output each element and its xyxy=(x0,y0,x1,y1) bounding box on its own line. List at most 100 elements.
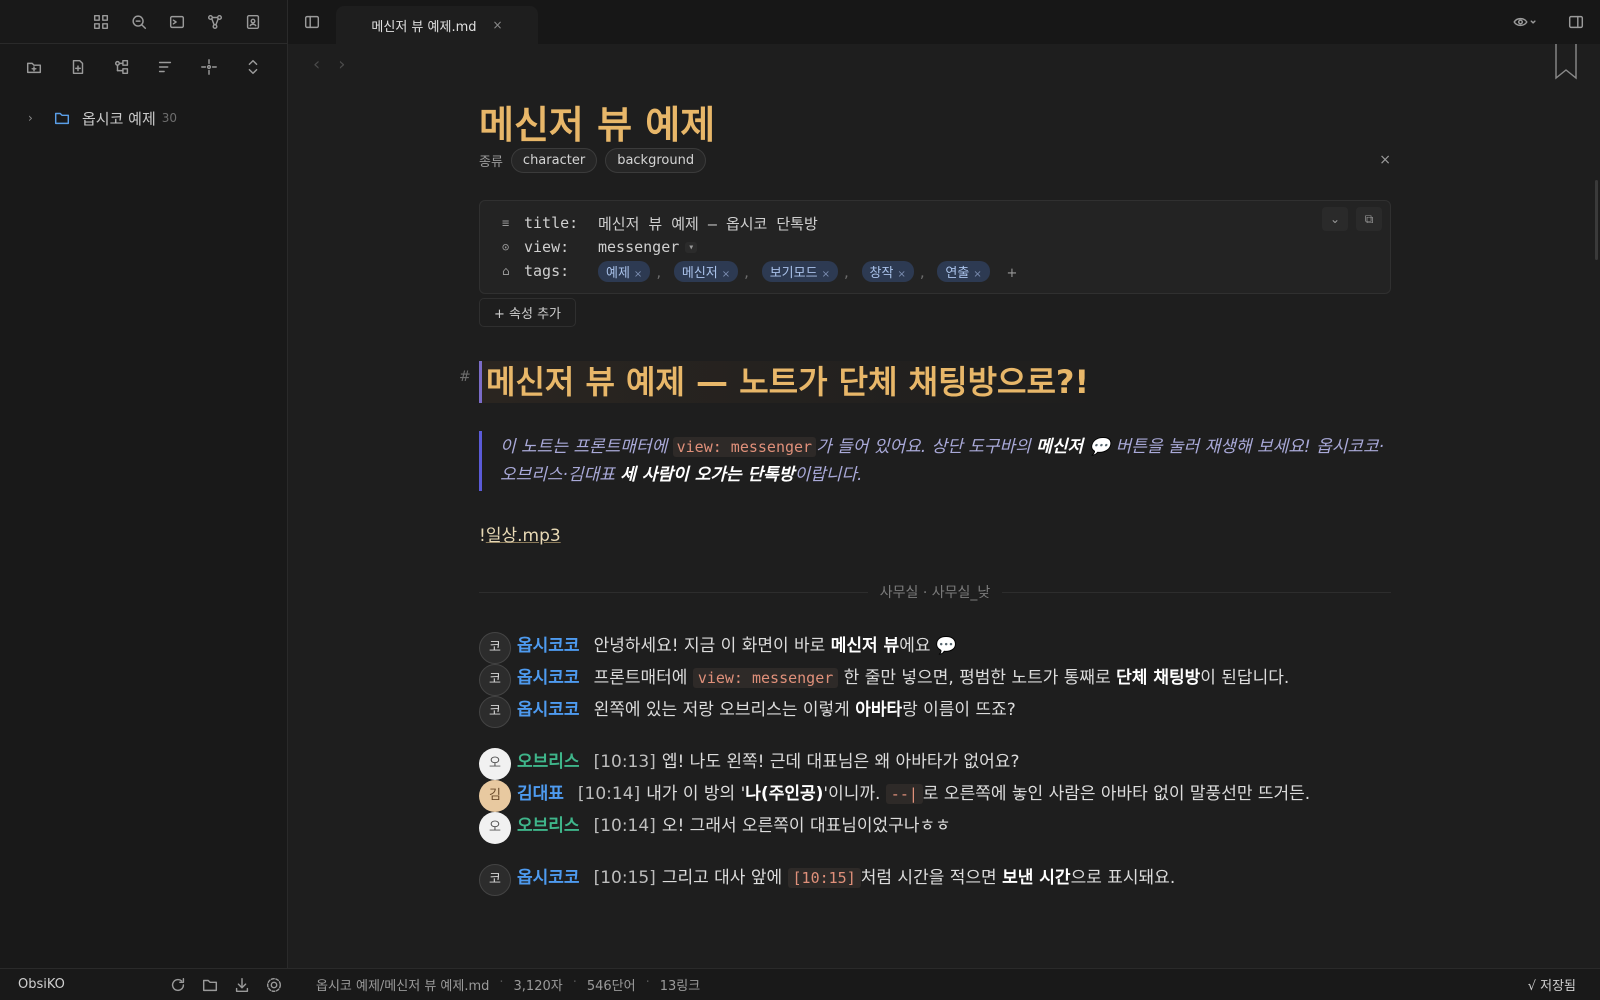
property-view-value[interactable]: messenger xyxy=(598,238,679,256)
tag-label: 예제 xyxy=(606,265,630,281)
chevron-right-icon[interactable]: › xyxy=(28,111,42,125)
message-time: [10:13] xyxy=(593,752,656,772)
property-title-value[interactable]: 메신저 뷰 예제 — 옵시코 단톡방 xyxy=(598,213,818,234)
avatar: 코 xyxy=(479,632,511,664)
tag-label: 창작 xyxy=(869,265,894,281)
tag-separator: , xyxy=(843,262,849,281)
circle-check-icon: ⊙ xyxy=(502,240,510,254)
status-bar: ObsiKO 옵시코 예제/메신저 뷰 예제.md · 3,120자 · 546… xyxy=(0,968,1600,1000)
avatar: 코 xyxy=(479,696,511,728)
scrollbar[interactable] xyxy=(1595,180,1598,260)
inline-code: view: messenger xyxy=(672,437,817,457)
speaker-name[interactable]: 김대표 xyxy=(517,784,564,804)
audio-embed: !일상.mp3 xyxy=(479,521,1391,546)
tab-active[interactable]: 메신저 뷰 예제.md × xyxy=(336,6,538,44)
property-view: ⊙ view: messenger ▾ xyxy=(502,235,1368,259)
word-count: 546단어 xyxy=(586,979,636,994)
save-status: √ 저장됨 xyxy=(1527,979,1576,994)
speaker-name[interactable]: 오브리스 xyxy=(517,752,580,772)
sort-icon[interactable] xyxy=(155,57,175,77)
tag-remove-icon[interactable]: × xyxy=(973,269,981,280)
right-sidebar-toggle-icon[interactable] xyxy=(1566,12,1586,32)
bookmark-icon[interactable] xyxy=(1552,44,1580,84)
chevron-down-icon[interactable]: ⌄ xyxy=(1322,207,1348,231)
tag-remove-icon[interactable]: × xyxy=(634,269,642,280)
inline-title[interactable]: 메신저 뷰 예제 xyxy=(479,94,1391,147)
collapse-icon[interactable] xyxy=(243,57,263,77)
gear-icon[interactable] xyxy=(264,975,284,995)
tag-remove-icon[interactable]: × xyxy=(822,269,830,280)
message-text: 으로 표시돼요. xyxy=(1070,868,1176,888)
audio-link[interactable]: 일상.mp3 xyxy=(486,526,561,546)
speaker-name[interactable]: 오브리스 xyxy=(517,816,580,836)
message-text: 안녕하세요! 지금 이 화면이 바로 xyxy=(593,636,831,656)
tag-chip[interactable]: 메신저 × xyxy=(673,260,739,282)
property-key: view: xyxy=(524,238,570,256)
terminal-icon[interactable] xyxy=(167,12,187,32)
profile-icon[interactable] xyxy=(243,12,263,32)
chat-message[interactable]: 코 옵시코코 프론트매터에 view: messenger 한 줄만 넣으면, 평범… xyxy=(479,664,1391,696)
new-note-icon[interactable] xyxy=(68,57,88,77)
add-property-button[interactable]: + 속성 추가 xyxy=(479,298,576,327)
vault-name[interactable]: ObsiKO xyxy=(18,977,65,992)
message-bold: 나(주인공) xyxy=(745,784,824,804)
tag-list: 예제 ×, 메신저 ×, 보기모드 ×, 창작 ×, 연출 × + xyxy=(598,260,1017,282)
tag-label: 메신저 xyxy=(681,265,718,281)
file-path[interactable]: 옵시코 예제/메신저 뷰 예제.md xyxy=(316,975,489,994)
sync-icon[interactable] xyxy=(168,975,188,995)
message-text: 랑 이름이 뜨죠? xyxy=(902,700,1016,720)
locate-icon[interactable] xyxy=(199,57,219,77)
dropdown-caret-icon[interactable]: ▾ xyxy=(685,241,698,253)
dashboard-icon[interactable] xyxy=(91,12,111,32)
avatar: 오 xyxy=(479,812,511,844)
canvas-icon[interactable] xyxy=(112,57,132,77)
tag-remove-icon[interactable]: × xyxy=(722,269,730,280)
folder-icon xyxy=(52,108,72,128)
inline-code: [10:15] xyxy=(787,868,861,888)
chat-message[interactable]: 코 옵시코코 [10:15] 그리고 대사 앞에 [10:15] 처럼 시간을 적으면 … xyxy=(479,864,1391,896)
search-icon[interactable] xyxy=(129,12,149,32)
callout-text: 가 들어 있어요. 상단 도구바의 xyxy=(816,437,1037,457)
tag-remove-icon[interactable]: × xyxy=(897,269,905,280)
tree-folder[interactable]: › 옵시코 예제 30 xyxy=(0,104,287,132)
heading-1[interactable]: 메신저 뷰 예제 — 노트가 단체 채팅방으로?! xyxy=(479,361,1391,403)
type-pill-background[interactable]: background xyxy=(605,147,707,173)
tag-icon: ⌂ xyxy=(502,264,510,278)
message-text: 오! 그래서 오른쪽이 대표님이었구나ㅎㅎ xyxy=(661,816,951,836)
tag-chip[interactable]: 연출 × xyxy=(937,260,990,282)
chat-message[interactable]: 오 오브리스 [10:13] 엡! 나도 왼쪽! 근데 대표님은 왜 아바타가 없어요… xyxy=(479,748,1391,780)
callout-bold: 세 사람이 오가는 단톡방 xyxy=(620,465,795,485)
callout-block[interactable]: 이 노트는 프론트매터에 view: messenger 가 들어 있어요. 상단… xyxy=(479,431,1391,491)
add-tag-button[interactable]: + xyxy=(1006,266,1017,281)
speaker-name[interactable]: 옵시코코 xyxy=(517,700,580,720)
message-bold: 메신저 뷰 xyxy=(830,636,900,656)
chat-message[interactable]: 김 김대표 [10:14] 내가 이 방의 '나(주인공)'이니까. --| 로 오른쪽… xyxy=(479,780,1391,812)
graph-icon[interactable] xyxy=(205,12,225,32)
forward-arrow-icon[interactable]: › xyxy=(338,54,345,75)
speaker-name[interactable]: 옵시코코 xyxy=(517,868,580,888)
message-bold: 단체 채팅방 xyxy=(1116,668,1201,688)
tab-close-icon[interactable]: × xyxy=(493,18,503,32)
close-icon[interactable]: × xyxy=(1379,152,1391,168)
back-arrow-icon[interactable]: ‹ xyxy=(313,54,320,75)
sidebar-toggle-icon[interactable] xyxy=(302,12,322,32)
folder-icon[interactable] xyxy=(200,975,220,995)
history-nav: ‹ › xyxy=(313,54,345,75)
tag-separator: , xyxy=(744,262,749,281)
chat-message[interactable]: 코 옵시코코 왼쪽에 있는 저랑 오브리스는 이렇게 아바타랑 이름이 뜨죠? xyxy=(479,696,1391,728)
copy-icon[interactable]: ⧉ xyxy=(1356,207,1382,231)
reading-view-icon[interactable] xyxy=(1508,12,1542,32)
property-key: title: xyxy=(524,214,579,232)
new-folder-icon[interactable] xyxy=(24,57,44,77)
avatar: 코 xyxy=(479,664,511,696)
speaker-name[interactable]: 옵시코코 xyxy=(517,668,580,688)
tag-chip[interactable]: 예제 × xyxy=(598,260,651,282)
speaker-name[interactable]: 옵시코코 xyxy=(517,636,580,656)
tag-chip[interactable]: 보기모드 × xyxy=(761,260,838,282)
download-icon[interactable] xyxy=(232,975,252,995)
message-time: [10:15] xyxy=(593,868,656,888)
chat-message[interactable]: 코 옵시코코 안녕하세요! 지금 이 화면이 바로 메신저 뷰에요 💬 xyxy=(479,632,1391,664)
tag-chip[interactable]: 창작 × xyxy=(861,260,914,282)
chat-message[interactable]: 오 오브리스 [10:14] 오! 그래서 오른쪽이 대표님이었구나ㅎㅎ xyxy=(479,812,1391,844)
type-pill-character[interactable]: character xyxy=(510,147,598,173)
